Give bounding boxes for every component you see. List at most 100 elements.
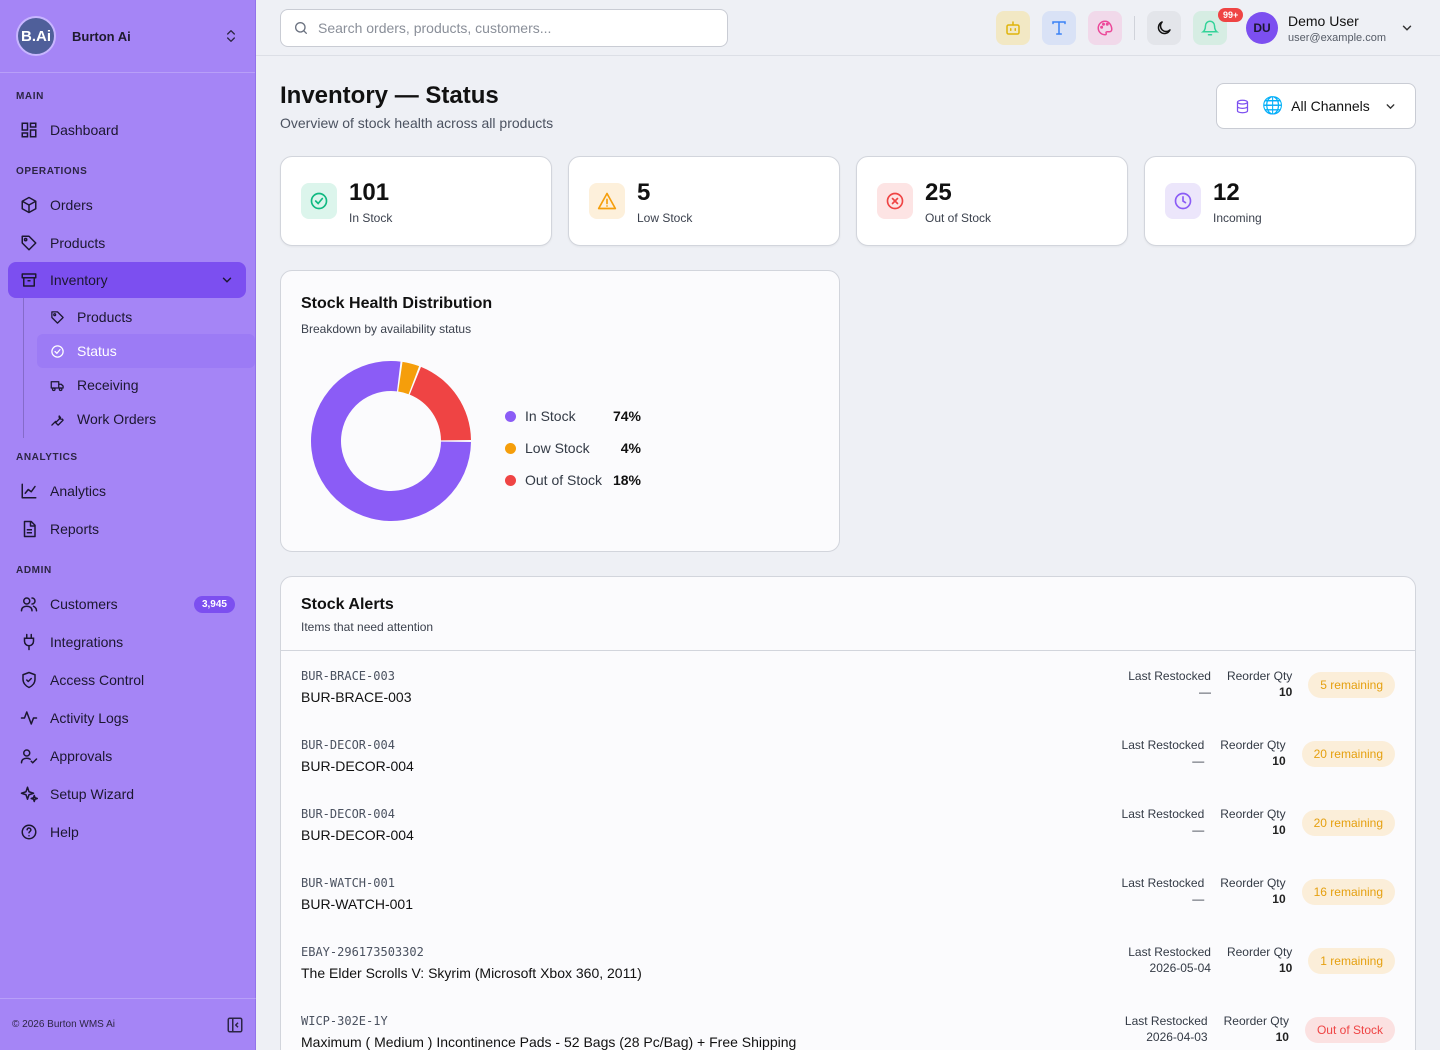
alert-row[interactable]: BUR-DECOR-004 BUR-DECOR-004 Last Restocked…	[281, 789, 1415, 858]
legend-item: Low Stock 4%	[505, 432, 641, 464]
sidebar-item-activity-logs[interactable]: Activity Logs	[0, 699, 255, 737]
reorder-qty-value: 10	[1278, 685, 1293, 699]
stat-icon-badge	[301, 183, 337, 219]
sidebar-subitem-work-orders[interactable]: Work Orders	[37, 402, 255, 436]
alert-sku: BUR-DECOR-004	[301, 738, 395, 752]
alert-sku: BUR-BRACE-003	[301, 669, 395, 683]
user-name: Demo User	[1288, 12, 1359, 29]
alert-row[interactable]: EBAY-296173503302 The Elder Scrolls V: Sk…	[281, 927, 1415, 996]
stat-value: 25	[925, 179, 952, 206]
sidebar-item-approvals[interactable]: Approvals	[0, 737, 255, 775]
alert-product-name: BUR-WATCH-001	[301, 896, 414, 912]
status-badge: 20 remaining	[1301, 741, 1395, 767]
reorder-qty-col: Reorder Qty 10	[1227, 669, 1292, 699]
stock-health-donut-chart	[311, 361, 471, 521]
sidebar-item-label: Products	[50, 235, 106, 251]
reorder-qty-col: Reorder Qty 10	[1220, 738, 1285, 768]
sidebar-collapse-icon[interactable]	[226, 1016, 244, 1034]
typography-button[interactable]	[1042, 11, 1076, 45]
alert-row[interactable]: BUR-BRACE-003 BUR-BRACE-003 Last Restocked…	[281, 651, 1415, 720]
sidebar-item-inventory[interactable]: Inventory	[8, 262, 246, 298]
nav-section-analytics: ANALYTICS	[16, 452, 78, 463]
x-circle-icon	[886, 192, 904, 210]
notifications-badge: 99+	[1218, 8, 1244, 22]
sidebar-item-access-control[interactable]: Access Control	[0, 661, 255, 699]
last-restocked-value: 2026-04-03	[1146, 1030, 1208, 1044]
alert-product-name: Maximum ( Medium ) Incontinence Pads - 5…	[301, 1034, 797, 1050]
chevron-up-down-icon	[227, 30, 235, 42]
palette-icon	[1097, 20, 1113, 36]
alert-product-name: BUR-DECOR-004	[301, 827, 414, 843]
sidebar-item-label: Integrations	[50, 634, 124, 650]
legend-label: In Stock	[525, 408, 576, 424]
sidebar-item-label: Analytics	[50, 483, 107, 499]
alert-meta: Last Restocked — Reorder Qty 10 20 remaining	[1122, 807, 1395, 837]
alert-row[interactable]: BUR-DECOR-004 BUR-DECOR-004 Last Restocked…	[281, 720, 1415, 789]
last-restocked-label: Last Restocked	[1128, 945, 1211, 959]
card-subtitle: Items that need attention	[301, 620, 434, 634]
sidebar-subitem-products[interactable]: Products	[37, 300, 255, 334]
sidebar-item-label: Help	[50, 824, 79, 840]
sidebar-item-analytics[interactable]: Analytics	[0, 472, 255, 510]
sidebar-item-products[interactable]: Products	[0, 224, 255, 262]
chevron-down-icon	[1386, 103, 1395, 109]
donut-slice-out-of-stock	[409, 366, 471, 441]
channel-select[interactable]: 🌐 All Channels	[1216, 83, 1416, 129]
topbar: 99+ DU Demo User user@example.com	[256, 0, 1440, 56]
sidebar-subitem-status[interactable]: Status	[37, 334, 255, 368]
theme-palette-button[interactable]	[1088, 11, 1122, 45]
clock-icon	[1174, 192, 1192, 210]
sidebar-nav: MAIN Dashboard OPERATIONS Orders Product…	[0, 73, 255, 851]
card-subtitle: Breakdown by availability status	[301, 322, 472, 336]
brand-logo: B.Ai	[16, 16, 56, 56]
warning-triangle-icon	[597, 192, 617, 210]
search-input[interactable]	[318, 20, 698, 36]
alerts-list: BUR-BRACE-003 BUR-BRACE-003 Last Restocked…	[281, 651, 1415, 1050]
reorder-qty-label: Reorder Qty	[1226, 945, 1293, 959]
sidebar-item-help[interactable]: Help	[0, 813, 255, 851]
stat-label: Incoming	[1213, 211, 1262, 225]
globe-icon: 🌐	[1262, 96, 1284, 115]
reorder-qty-label: Reorder Qty	[1220, 807, 1286, 821]
stat-label: Low Stock	[637, 211, 693, 225]
sidebar-item-customers[interactable]: Customers 3,945	[0, 585, 255, 623]
sidebar-subitem-label: Receiving	[77, 377, 139, 393]
last-restocked-value: —	[1192, 823, 1205, 837]
ai-assistant-button[interactable]	[996, 11, 1030, 45]
stat-card-low-stock: 5 Low Stock	[568, 156, 840, 246]
stock-health-card: Stock Health Distribution Breakdown by a…	[280, 270, 840, 552]
sidebar-item-setup-wizard[interactable]: Setup Wizard	[0, 775, 255, 813]
legend-percent: 4%	[620, 440, 641, 456]
last-restocked-label: Last Restocked	[1121, 876, 1205, 890]
alert-product-name: BUR-BRACE-003	[301, 689, 412, 705]
reorder-qty-col: Reorder Qty 10	[1220, 876, 1285, 906]
last-restocked-label: Last Restocked	[1121, 738, 1205, 752]
dark-mode-toggle[interactable]	[1147, 11, 1181, 45]
sidebar-item-orders[interactable]: Orders	[0, 186, 255, 224]
sidebar-item-reports[interactable]: Reports	[0, 510, 255, 548]
user-menu[interactable]: DU Demo User user@example.com	[1246, 10, 1414, 46]
alert-sku: WICP-302E-1Y	[301, 1014, 388, 1028]
last-restocked-value: —	[1192, 892, 1205, 906]
alert-sku: EBAY-296173503302	[301, 945, 424, 959]
search-box[interactable]	[280, 9, 728, 47]
sidebar-item-dashboard[interactable]: Dashboard	[0, 111, 255, 149]
package-icon	[21, 196, 37, 214]
alert-row[interactable]: WICP-302E-1Y Maximum ( Medium ) Incontine…	[281, 996, 1415, 1050]
alert-product-name: The Elder Scrolls V: Skyrim (Microsoft X…	[301, 965, 642, 981]
sidebar-item-integrations[interactable]: Integrations	[0, 623, 255, 661]
brand-switcher[interactable]: B.Ai Burton Ai	[0, 0, 255, 73]
page-title: Inventory — Status	[280, 82, 499, 109]
reorder-qty-value: 10	[1272, 892, 1286, 906]
reorder-qty-col: Reorder Qty 10	[1227, 945, 1292, 975]
archive-icon	[21, 273, 37, 287]
stat-value: 101	[349, 179, 390, 206]
sidebar-subitem-receiving[interactable]: Receiving	[37, 368, 255, 402]
legend-item: In Stock 74%	[505, 400, 641, 432]
stat-card-out-of-stock: 25 Out of Stock	[856, 156, 1128, 246]
legend-swatch	[505, 474, 516, 486]
alert-row[interactable]: BUR-WATCH-001 BUR-WATCH-001 Last Restocked…	[281, 858, 1415, 927]
card-title: Stock Health Distribution	[301, 295, 493, 312]
reorder-qty-col: Reorder Qty 10	[1220, 807, 1285, 837]
sidebar-footer: © 2026 Burton WMS Ai	[0, 998, 256, 1050]
